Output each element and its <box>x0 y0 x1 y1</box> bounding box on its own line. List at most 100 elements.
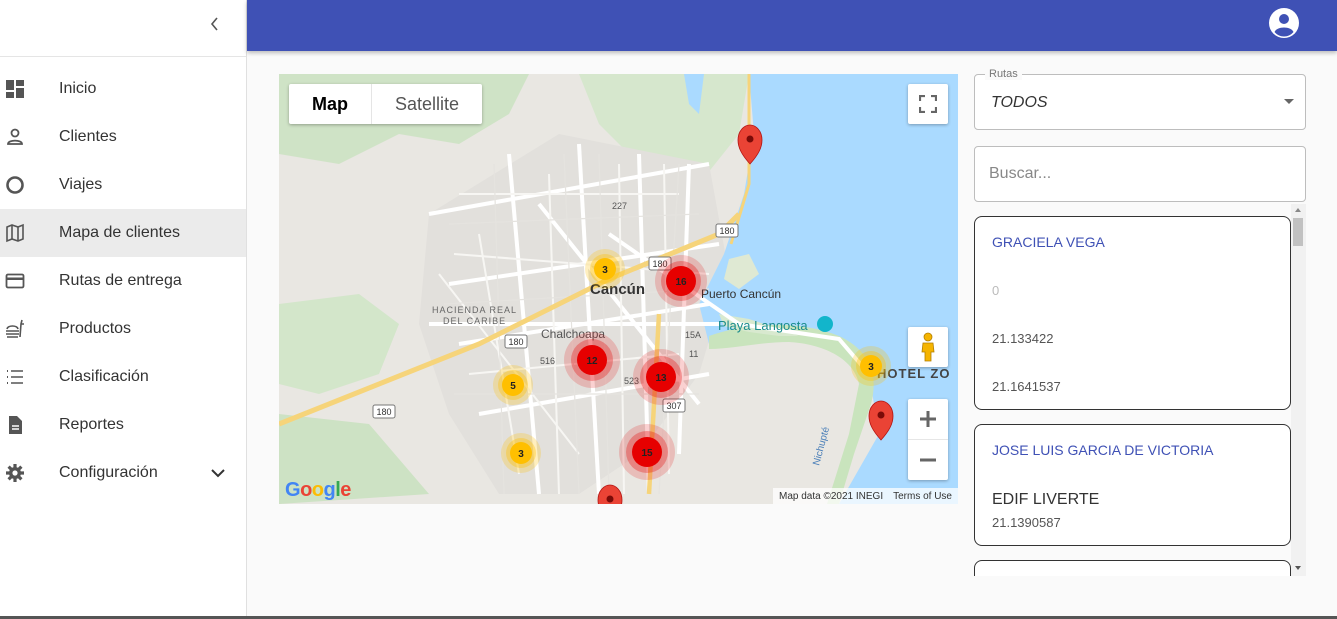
rutas-select-label: Rutas <box>985 68 1022 80</box>
cluster-count: 13 <box>655 373 667 384</box>
sidebar-item-label: Clasificación <box>59 368 149 385</box>
credit-card-icon <box>4 270 26 292</box>
plus-icon <box>920 411 936 427</box>
beach-icon <box>817 316 833 332</box>
sidebar-item-productos[interactable]: Productos <box>0 305 246 353</box>
zoom-control <box>908 399 948 480</box>
minus-icon <box>920 458 936 461</box>
cluster-marker[interactable]: 3 <box>851 346 891 386</box>
place-label: DEL CARIBE <box>443 316 506 326</box>
rutas-select[interactable]: Rutas TODOS <box>974 68 1306 130</box>
cluster-marker[interactable]: 12 <box>564 332 620 388</box>
circle-icon <box>4 174 26 196</box>
rutas-select-value: TODOS <box>991 94 1048 111</box>
list-icon <box>4 366 26 388</box>
sidebar-header <box>0 0 246 57</box>
road-label: 11 <box>689 349 698 359</box>
sidebar-item-reportes[interactable]: Reportes <box>0 401 246 449</box>
dropdown-arrow-icon <box>1284 99 1294 104</box>
map-view[interactable]: 180 180 180 180 307 227 516 523 15A 11 C… <box>279 74 958 504</box>
search-input[interactable] <box>974 146 1306 202</box>
zoom-out-button[interactable] <box>908 440 948 480</box>
sidebar-item-clientes[interactable]: Clientes <box>0 113 246 161</box>
sidebar: Inicio Clientes Viajes Mapa de clientes … <box>0 0 247 619</box>
fastfood-icon <box>4 318 26 340</box>
zoom-in-button[interactable] <box>908 400 948 440</box>
sidebar-item-clasificacion[interactable]: Clasificación <box>0 353 246 401</box>
client-latitude: 21.1390587 <box>992 515 1061 530</box>
place-label: HACIENDA REAL <box>432 305 517 315</box>
account-circle-icon <box>1269 8 1299 38</box>
map-type-map-button[interactable]: Map <box>289 84 372 124</box>
sidebar-item-rutas-de-entrega[interactable]: Rutas de entrega <box>0 257 246 305</box>
road-label: 180 <box>719 226 734 236</box>
description-icon <box>4 414 26 436</box>
cluster-count: 3 <box>518 449 524 460</box>
road-label: 180 <box>508 337 523 347</box>
sidebar-item-label: Viajes <box>59 176 103 193</box>
app-bar <box>247 0 1337 51</box>
list-scrollbar[interactable] <box>1291 204 1306 576</box>
client-list: GRACIELA VEGA 0 21.133422 21.1641537 JOS… <box>974 204 1306 576</box>
scrollbar-thumb[interactable] <box>1293 218 1303 246</box>
map-type-control: Map Satellite <box>289 84 483 124</box>
road-label: 180 <box>376 407 391 417</box>
sidebar-item-mapa-de-clientes[interactable]: Mapa de clientes <box>0 209 246 257</box>
fullscreen-button[interactable] <box>908 84 948 124</box>
cluster-count: 5 <box>510 381 516 392</box>
scroll-up-arrow-icon[interactable] <box>1295 208 1301 212</box>
cluster-marker[interactable]: 15 <box>619 424 675 480</box>
sidebar-item-label: Productos <box>59 320 132 337</box>
client-name: GRACIELA VEGA <box>992 234 1105 250</box>
sidebar-item-label: Rutas de entrega <box>59 272 182 289</box>
road-label: 516 <box>540 356 555 366</box>
account-button[interactable] <box>1268 7 1300 39</box>
sidebar-item-inicio[interactable]: Inicio <box>0 65 246 113</box>
map-type-satellite-button[interactable]: Satellite <box>372 84 482 124</box>
map-attribution: Map data ©2021 INEGI Terms of Use <box>773 488 958 504</box>
map-data-text: Map data ©2021 INEGI <box>779 490 884 502</box>
street-view-button[interactable] <box>908 327 948 367</box>
client-address: 0 <box>992 283 1000 298</box>
map-icon <box>4 222 26 244</box>
sidebar-item-label: Inicio <box>59 80 97 97</box>
road-label: 15A <box>685 330 701 340</box>
cluster-count: 16 <box>675 277 687 288</box>
google-logo: Google <box>285 479 351 501</box>
client-longitude: 21.1641537 <box>992 379 1061 394</box>
sidebar-item-label: Configuración <box>59 464 158 481</box>
dashboard-icon <box>4 78 26 100</box>
chevron-down-icon[interactable] <box>208 463 228 483</box>
map-canvas[interactable]: 180 180 180 180 307 227 516 523 15A 11 C… <box>279 74 958 504</box>
collapse-sidebar-button[interactable] <box>203 12 227 36</box>
gear-icon <box>4 462 26 484</box>
sidebar-item-label: Mapa de clientes <box>59 224 180 241</box>
sidebar-item-configuracion[interactable]: Configuración <box>0 449 246 497</box>
road-label: 227 <box>612 201 627 211</box>
place-label: Playa Langosta <box>718 318 808 333</box>
scroll-down-arrow-icon[interactable] <box>1295 566 1301 570</box>
cluster-count: 15 <box>641 448 653 459</box>
cluster-marker[interactable]: 3 <box>585 249 625 289</box>
client-name: JOSE LUIS GARCIA DE VICTORIA <box>992 442 1214 458</box>
client-card[interactable] <box>974 560 1291 576</box>
cluster-count: 3 <box>868 362 874 373</box>
cluster-count: 12 <box>586 356 598 367</box>
fullscreen-icon <box>919 95 937 113</box>
terms-of-use-link[interactable]: Terms of Use <box>893 491 952 502</box>
place-label: Puerto Cancún <box>701 287 781 301</box>
cluster-marker[interactable]: 3 <box>501 433 541 473</box>
client-card[interactable]: JOSE LUIS GARCIA DE VICTORIA EDIF LIVERT… <box>974 424 1291 546</box>
cluster-marker[interactable]: 5 <box>493 365 533 405</box>
cluster-marker[interactable]: 13 <box>633 349 689 405</box>
chevron-left-icon <box>210 17 218 31</box>
cluster-count: 3 <box>602 265 608 276</box>
sidebar-item-viajes[interactable]: Viajes <box>0 161 246 209</box>
pegman-icon <box>921 332 935 362</box>
sidebar-item-label: Reportes <box>59 416 124 433</box>
client-address: EDIF LIVERTE <box>992 491 1100 508</box>
sidebar-item-label: Clientes <box>59 128 117 145</box>
cluster-marker[interactable]: 16 <box>655 255 707 307</box>
client-card[interactable]: GRACIELA VEGA 0 21.133422 21.1641537 <box>974 216 1291 410</box>
client-latitude: 21.133422 <box>992 331 1054 346</box>
